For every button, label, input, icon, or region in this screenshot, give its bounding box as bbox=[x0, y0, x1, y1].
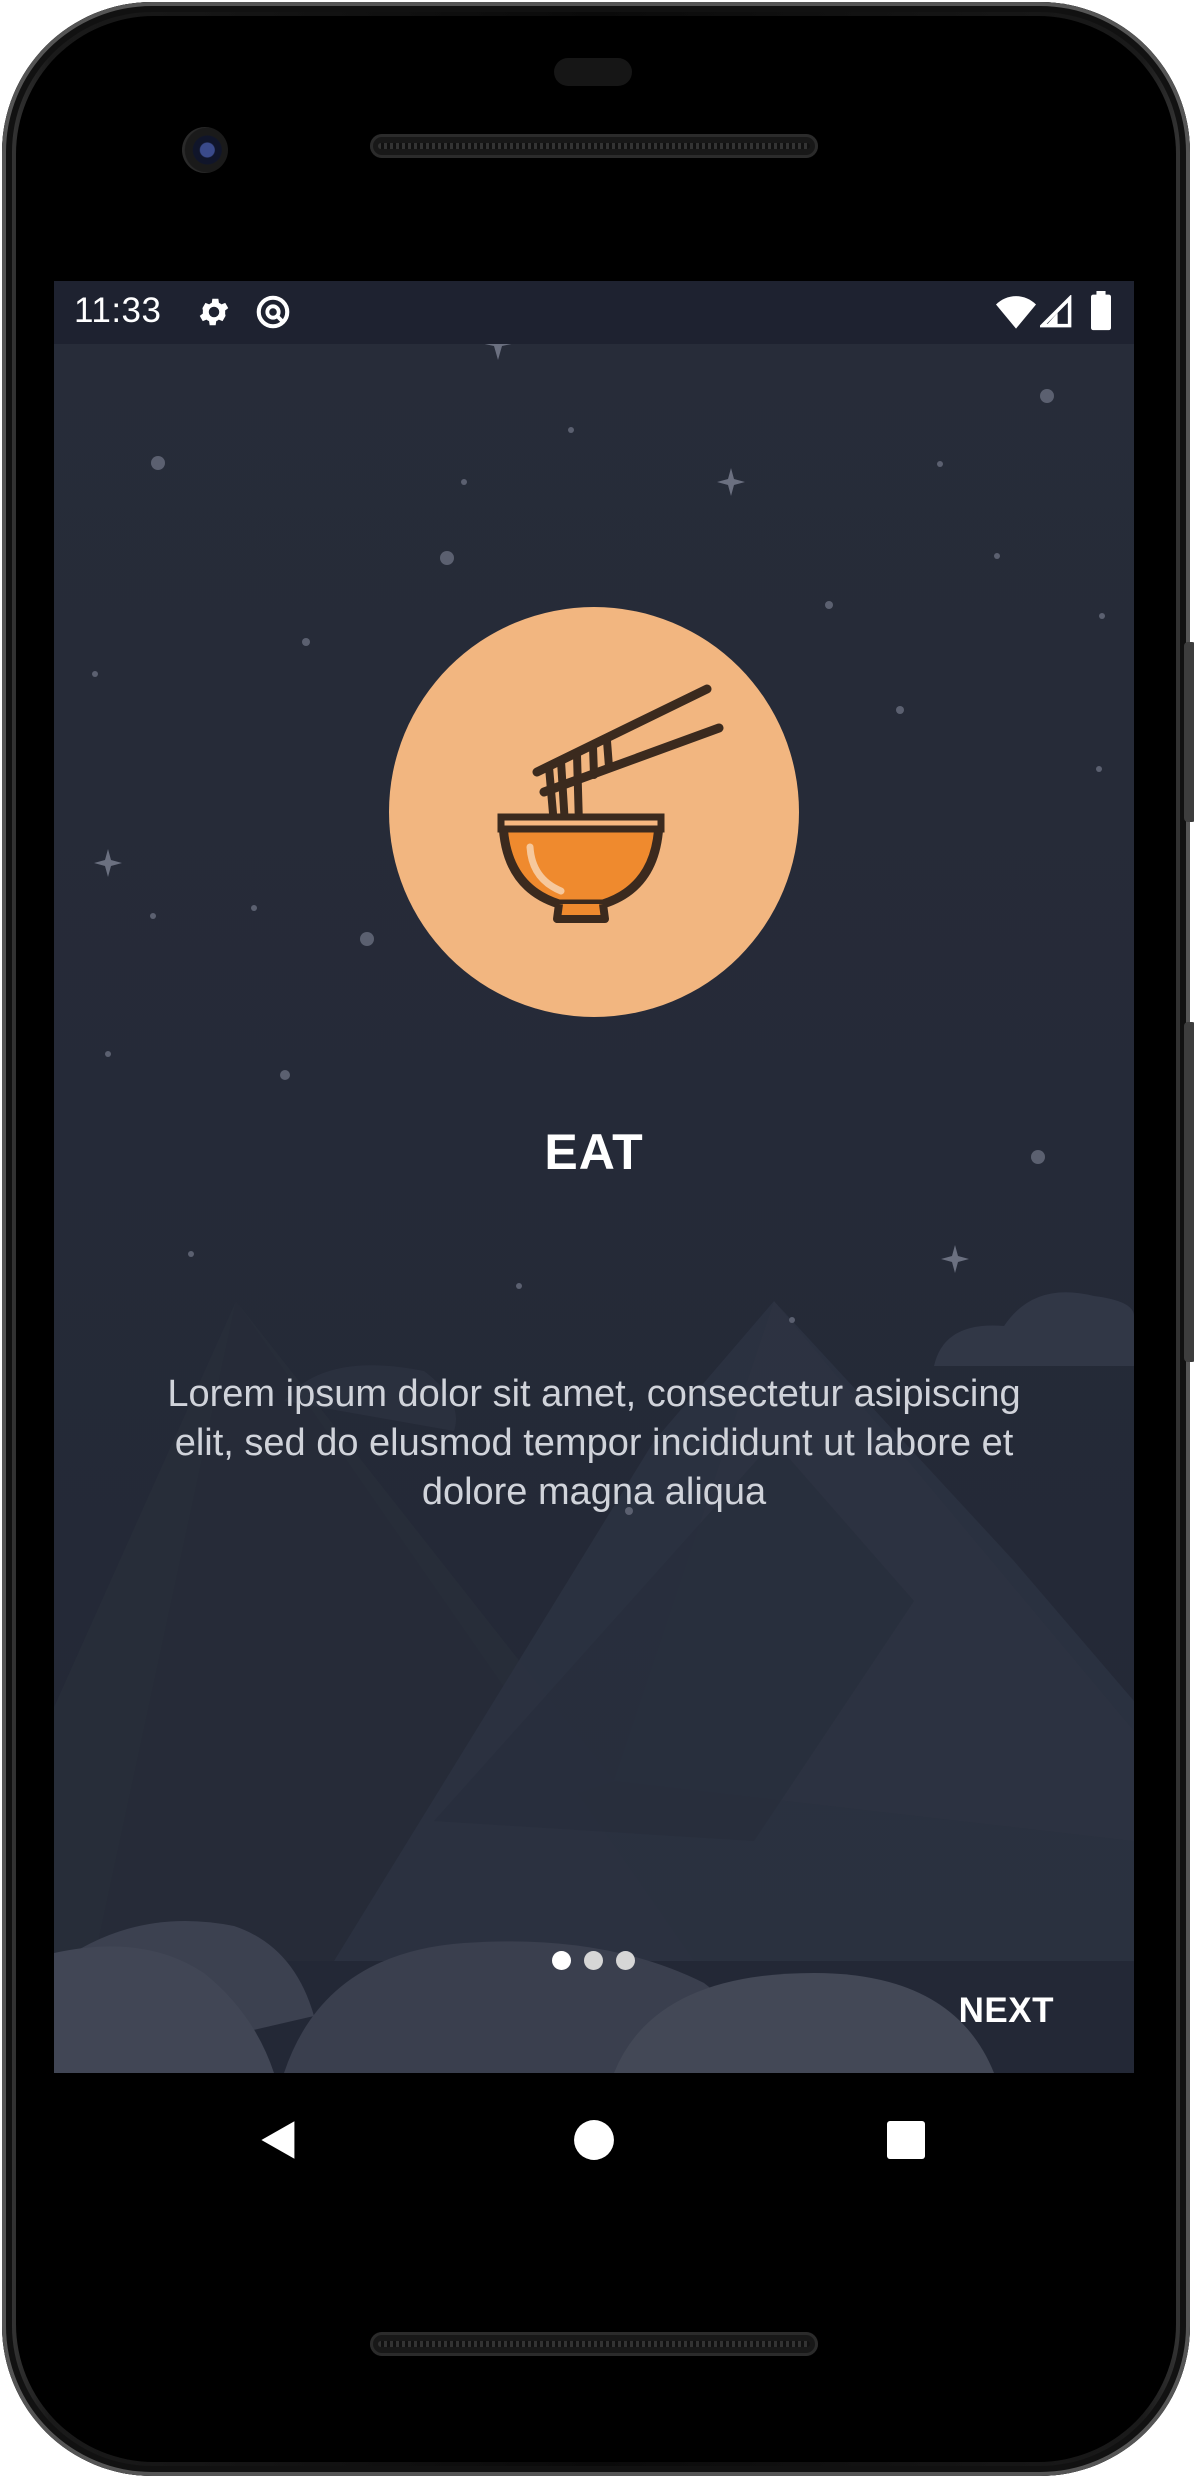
earpiece-speaker bbox=[370, 134, 818, 158]
home-button[interactable] bbox=[534, 2073, 654, 2207]
recents-button[interactable] bbox=[846, 2073, 966, 2207]
volume-button bbox=[1184, 1022, 1194, 1362]
page-title: EAT bbox=[544, 1124, 644, 1180]
status-bar: 11:33 bbox=[54, 281, 1134, 344]
gear-icon bbox=[196, 294, 232, 335]
proximity-sensor bbox=[554, 58, 632, 86]
page-dot-1[interactable] bbox=[552, 1951, 571, 1970]
noodle-bowl-icon bbox=[497, 684, 724, 923]
home-icon bbox=[574, 2120, 614, 2160]
status-time: 11:33 bbox=[74, 291, 162, 330]
navigation-bar bbox=[54, 2073, 1134, 2207]
bottom-speaker bbox=[370, 2332, 818, 2356]
next-button[interactable]: NEXT bbox=[959, 1991, 1054, 2031]
back-icon bbox=[261, 2121, 295, 2159]
recents-icon bbox=[887, 2121, 925, 2159]
signal-icon bbox=[1038, 294, 1072, 334]
phone-frame: 11:33 EAT Lorem ipsum dolor sit amet, co… bbox=[2, 2, 1194, 2476]
data-saver-icon bbox=[254, 293, 292, 336]
page-indicator bbox=[552, 1951, 635, 1970]
front-camera bbox=[182, 127, 228, 173]
page-dot-3[interactable] bbox=[616, 1951, 635, 1970]
page-dot-2[interactable] bbox=[584, 1951, 603, 1970]
screen: 11:33 EAT Lorem ipsum dolor sit amet, co… bbox=[54, 281, 1134, 2073]
illustration-circle bbox=[389, 607, 799, 1017]
wifi-icon bbox=[996, 295, 1036, 334]
back-button[interactable] bbox=[219, 2073, 339, 2207]
page-description: Lorem ipsum dolor sit amet, consectetur … bbox=[167, 1373, 1021, 1513]
power-button bbox=[1184, 642, 1194, 822]
battery-icon bbox=[1090, 291, 1112, 336]
